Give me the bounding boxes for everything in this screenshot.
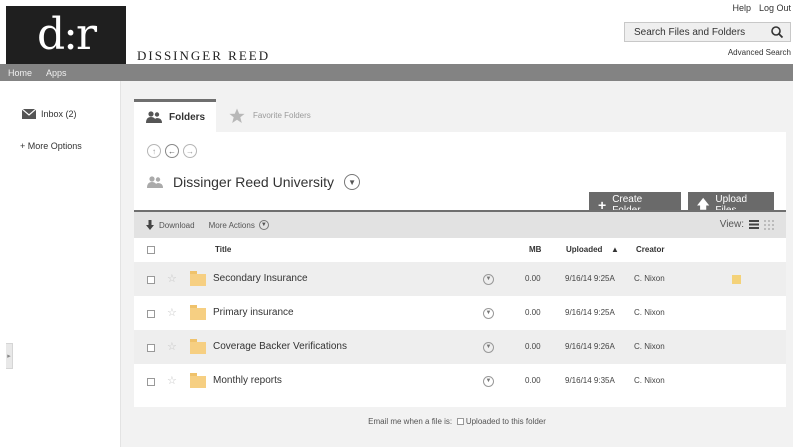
search-input[interactable]: Search Files and Folders [624, 22, 791, 42]
row-creator: C. Nixon [634, 376, 665, 385]
tab-favorite-folders[interactable]: Favorite Folders [225, 99, 345, 132]
chevron-down-icon[interactable]: ▼ [483, 364, 494, 398]
folder-title: Dissinger Reed University ▼ [147, 174, 361, 190]
folder-nav-buttons: ↑ ← → [147, 144, 197, 158]
inbox-label: Inbox (2) [41, 109, 77, 119]
uploaded-checkbox[interactable] [456, 418, 464, 426]
folder-icon [190, 364, 206, 398]
inbox-link[interactable]: Inbox (2) [22, 109, 77, 119]
chevron-down-icon[interactable]: ▼ [483, 296, 494, 330]
logout-link[interactable]: Log Out [759, 3, 791, 13]
column-creator[interactable]: Creator [636, 238, 664, 262]
row-checkbox[interactable] [147, 364, 155, 398]
folder-name: Dissinger Reed University [173, 174, 335, 190]
table-header: Title MB Uploaded ▲ Creator [134, 238, 786, 262]
sidebar-toggle[interactable]: ▸ [6, 343, 13, 369]
grid-view-icon[interactable] [764, 219, 774, 230]
column-mb[interactable]: MB [529, 238, 541, 262]
sidebar: Inbox (2) + More Options ▸ [0, 81, 121, 447]
chevron-right-icon: ▸ [7, 353, 11, 360]
row-checkbox[interactable] [147, 330, 155, 364]
star-icon[interactable]: ☆ [167, 364, 177, 398]
column-title[interactable]: Title [215, 238, 231, 262]
shared-folder-icon [147, 176, 163, 188]
search-placeholder: Search Files and Folders [634, 26, 746, 38]
folder-icon [190, 262, 206, 296]
folder-panel: Folders Favorite Folders ↑ ← → Dissinger… [134, 99, 786, 407]
more-actions-button[interactable]: More Actions ▼ [209, 220, 269, 230]
row-uploaded: 9/16/14 9:26A [565, 342, 615, 351]
download-label: Download [159, 220, 195, 230]
folder-icon [190, 296, 206, 330]
list-view-icon[interactable] [749, 220, 759, 229]
row-checkbox[interactable] [147, 296, 155, 330]
forward-arrow-icon[interactable]: → [183, 144, 197, 158]
up-arrow-icon[interactable]: ↑ [147, 144, 161, 158]
uploaded-option-label: Uploaded to this folder [465, 417, 546, 426]
row-uploaded: 9/16/14 9:25A [565, 274, 615, 283]
file-toolbar: Download More Actions ▼ View: [134, 210, 786, 238]
tab-favorite-label: Favorite Folders [253, 111, 311, 120]
row-creator: C. Nixon [634, 274, 665, 283]
row-title[interactable]: Coverage Backer Verifications [213, 330, 347, 364]
email-notification: Email me when a file is: Uploaded to thi… [121, 417, 793, 426]
table-row[interactable]: ☆ Coverage Backer Verifications ▼ 0.00 9… [134, 330, 786, 364]
row-title[interactable]: Monthly reports [213, 364, 282, 398]
nav-home[interactable]: Home [8, 68, 32, 78]
folder-icon [190, 330, 206, 364]
row-checkbox[interactable] [147, 262, 155, 296]
select-all-checkbox[interactable] [147, 238, 155, 262]
view-label: View: [719, 219, 744, 230]
star-icon[interactable]: ☆ [167, 262, 177, 296]
row-size: 0.00 [525, 342, 541, 351]
search-icon[interactable] [770, 25, 784, 39]
row-size: 0.00 [525, 308, 541, 317]
row-uploaded: 9/16/14 9:25A [565, 308, 615, 317]
row-creator: C. Nixon [634, 308, 665, 317]
people-icon [146, 111, 162, 123]
main-nav: Home Apps [0, 64, 793, 81]
help-link[interactable]: Help [732, 3, 751, 13]
chevron-down-icon[interactable]: ▼ [344, 174, 361, 190]
download-button[interactable]: Download [146, 220, 195, 230]
email-label: Email me when a file is: [368, 417, 453, 426]
back-arrow-icon[interactable]: ← [165, 144, 179, 158]
tab-folders[interactable]: Folders [134, 99, 216, 132]
row-creator: C. Nixon [634, 342, 665, 351]
row-size: 0.00 [525, 376, 541, 385]
brand-name: DISSINGER REED [137, 48, 271, 63]
top-links: Help Log Out [732, 3, 791, 13]
download-icon [146, 220, 154, 230]
row-title[interactable]: Secondary Insurance [213, 262, 308, 296]
chevron-down-icon[interactable]: ▼ [483, 330, 494, 364]
more-actions-label: More Actions [208, 220, 255, 230]
sort-ascending-icon: ▲ [611, 245, 619, 254]
more-options-link[interactable]: + More Options [20, 141, 82, 151]
table-row[interactable]: ☆ Secondary Insurance ▼ 0.00 9/16/14 9:2… [134, 262, 786, 296]
advanced-search-link[interactable]: Advanced Search [728, 48, 791, 57]
app-header: d:r DISSINGER REED Help Log Out Search F… [0, 0, 793, 64]
column-uploaded[interactable]: Uploaded [566, 238, 602, 262]
note-icon[interactable] [732, 262, 741, 296]
chevron-down-icon[interactable]: ▼ [483, 262, 494, 296]
star-icon[interactable]: ☆ [167, 330, 177, 364]
row-uploaded: 9/16/14 9:35A [565, 376, 615, 385]
star-icon[interactable]: ☆ [167, 296, 177, 330]
table-row[interactable]: ☆ Primary insurance ▼ 0.00 9/16/14 9:25A… [134, 296, 786, 330]
tab-folders-label: Folders [169, 111, 206, 123]
row-title[interactable]: Primary insurance [213, 296, 294, 330]
chevron-down-icon: ▼ [258, 220, 269, 230]
main-content: Folders Favorite Folders ↑ ← → Dissinger… [121, 81, 793, 447]
logo[interactable]: d:r [6, 6, 126, 64]
nav-apps[interactable]: Apps [46, 68, 67, 78]
view-toggle: View: [720, 219, 774, 230]
star-icon [229, 108, 245, 123]
envelope-icon [22, 109, 36, 119]
table-row[interactable]: ☆ Monthly reports ▼ 0.00 9/16/14 9:35A C… [134, 364, 786, 398]
row-size: 0.00 [525, 274, 541, 283]
